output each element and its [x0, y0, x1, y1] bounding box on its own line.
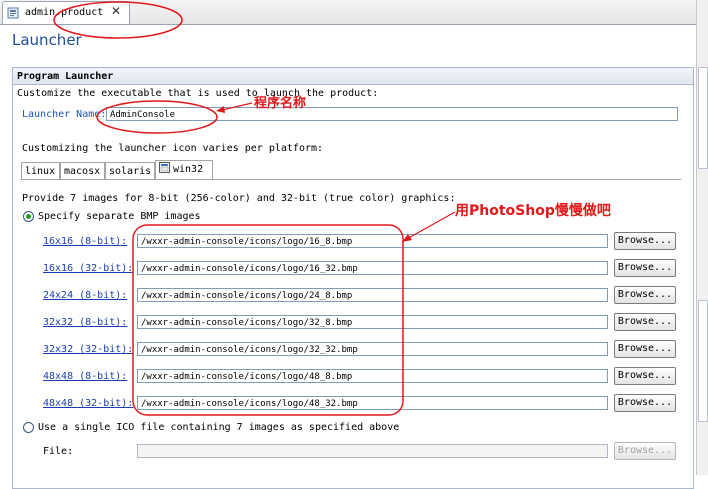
launcher-name-arrow-head — [216, 106, 225, 113]
images-note-arrow — [404, 211, 456, 241]
tab-highlight-ellipse — [53, 1, 183, 39]
launcher-name-highlight-ellipse — [96, 100, 218, 134]
annotation-overlay — [53, 1, 456, 416]
images-annotation: 用PhotoShop慢慢做吧 — [455, 203, 611, 219]
launcher-name-annotation: 程序名称 — [254, 96, 307, 111]
bmp-paths-highlight-box — [132, 224, 404, 416]
